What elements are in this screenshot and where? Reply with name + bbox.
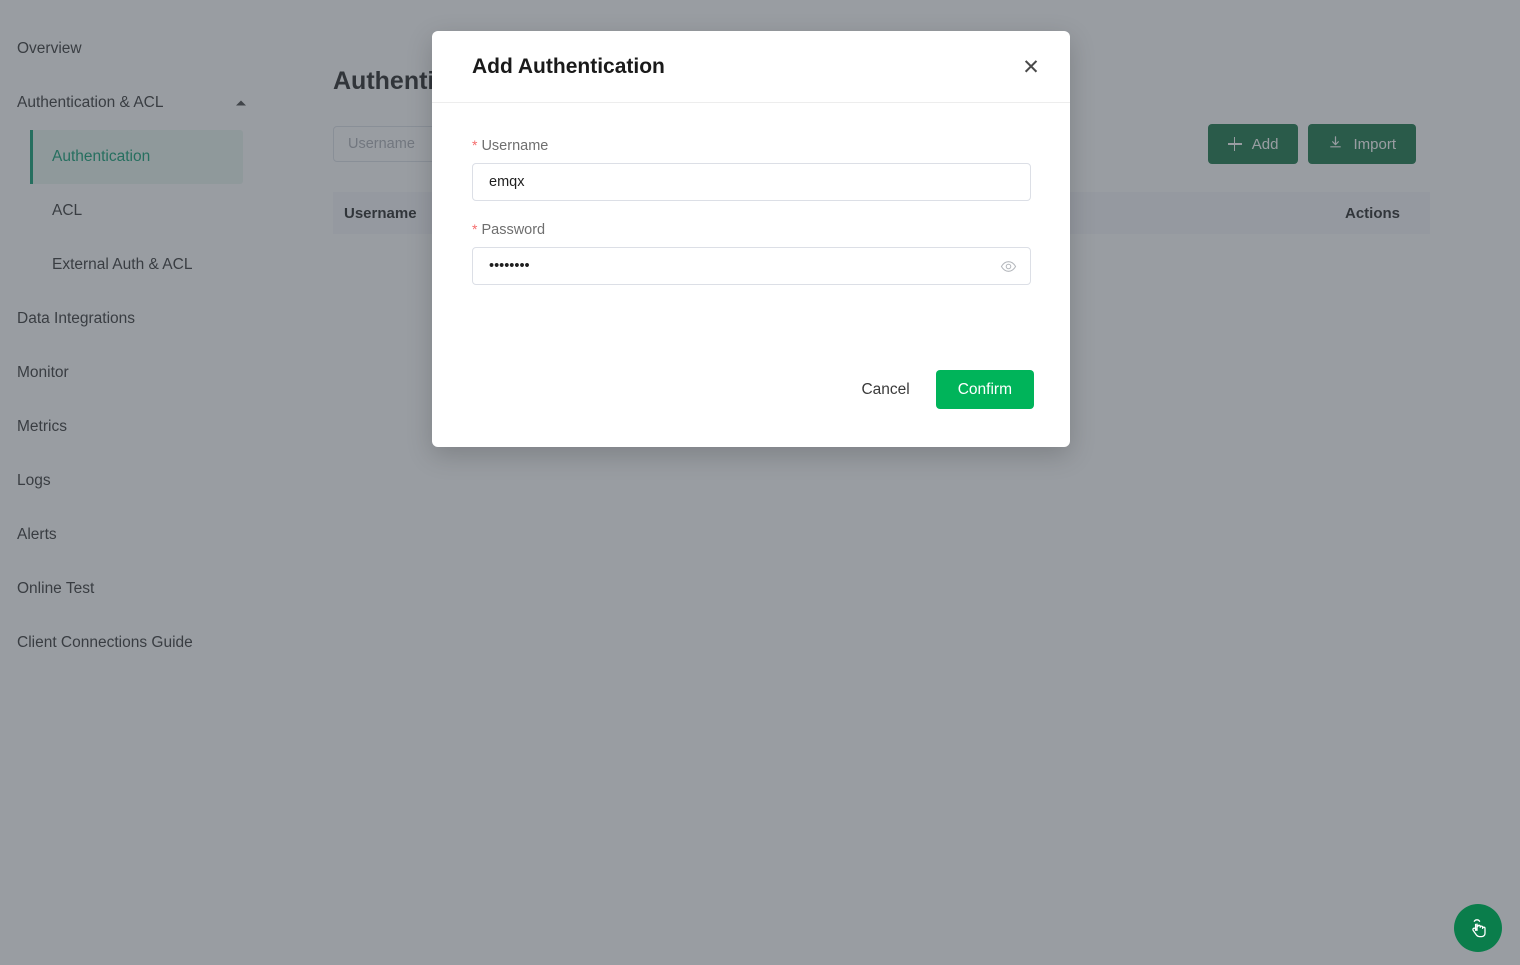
confirm-button[interactable]: Confirm [935, 370, 1034, 409]
required-marker: * [472, 137, 478, 153]
password-label-text: Password [481, 222, 546, 238]
eye-icon[interactable] [998, 256, 1018, 276]
click-hand-icon[interactable] [1454, 904, 1502, 952]
password-input[interactable] [472, 247, 1031, 285]
dialog-body: *Username *Password [432, 103, 1070, 285]
password-field-label: * Password [472, 221, 1030, 238]
password-input-wrap [472, 247, 1031, 285]
username-input[interactable] [472, 163, 1031, 201]
close-icon[interactable]: ✕ [1019, 56, 1043, 80]
cancel-button[interactable]: Cancel [847, 371, 923, 409]
username-label-text: Username [481, 138, 549, 154]
add-authentication-dialog: Add Authentication ✕ *Username *Password [432, 31, 1070, 447]
required-marker: * [472, 221, 478, 237]
app-root: Overview Authentication & ACL Authentica… [0, 0, 1520, 965]
username-field-label: * Username [472, 137, 1030, 154]
username-input-wrap [472, 163, 1031, 201]
dialog-footer: Cancel Confirm [847, 370, 1034, 409]
dialog-header: Add Authentication ✕ [432, 31, 1070, 103]
username-field-group: * Username [472, 137, 1031, 201]
password-field-group: * Password [472, 221, 1031, 285]
dialog-title: Add Authentication [472, 55, 665, 78]
